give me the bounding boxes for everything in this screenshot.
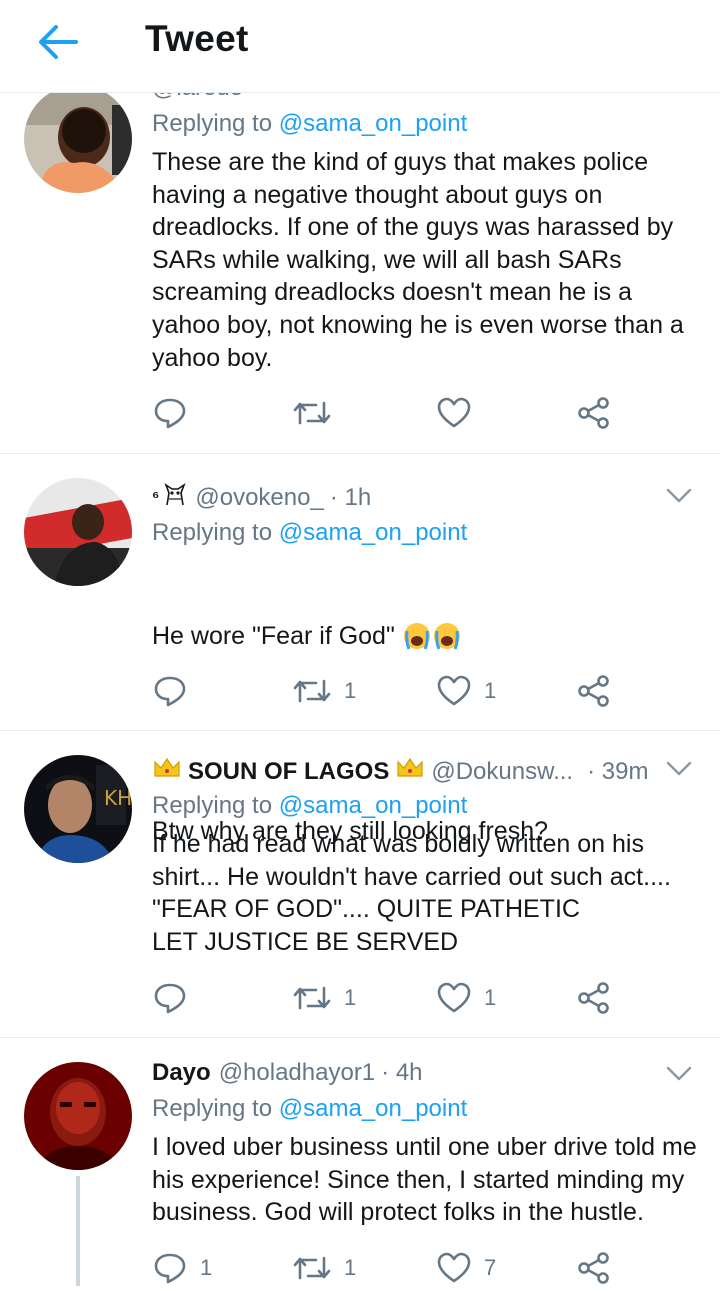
- thread-connector: [76, 1176, 80, 1286]
- retweet-button[interactable]: 1: [292, 1248, 356, 1288]
- tweet-handle[interactable]: @holadhayor1: [219, 1059, 375, 1087]
- tweet-actions: 1 1: [152, 978, 622, 1018]
- like-button[interactable]: 7: [436, 1248, 496, 1288]
- retweet-icon: [293, 679, 331, 703]
- retweet-icon: [293, 986, 331, 1010]
- share-button[interactable]: [576, 393, 612, 433]
- retweet-button[interactable]: 1: [292, 978, 356, 1018]
- reply-icon: [154, 398, 186, 429]
- retweet-button[interactable]: 1: [292, 671, 356, 711]
- chevron-down-icon[interactable]: [666, 487, 692, 505]
- replying-to: Replying to @sama_on_point: [152, 110, 468, 137]
- page-title: Tweet: [145, 18, 249, 59]
- name-superscript: ⁶: [152, 488, 160, 506]
- svg-text:KH: KH: [104, 786, 132, 810]
- crown-icon: [395, 756, 425, 787]
- like-button[interactable]: 1: [436, 978, 496, 1018]
- reply-icon: [154, 676, 186, 707]
- share-button[interactable]: [576, 671, 612, 711]
- tweet-handle[interactable]: @ovokeno_: [195, 484, 323, 512]
- tweet[interactable]: ⁶ @ovokeno_ · 1h Replying to @sama_on_po…: [0, 453, 720, 845]
- top-bar: Tweet: [0, 0, 720, 93]
- display-name[interactable]: Dayo: [152, 1059, 211, 1087]
- share-icon: [578, 1252, 609, 1284]
- tweet[interactable]: Dayo @holadhayor1 · 4h Replying to @sama…: [0, 1037, 720, 1291]
- reply-button[interactable]: [152, 393, 200, 433]
- like-button[interactable]: 1: [436, 671, 496, 711]
- mention-link[interactable]: @sama_on_point: [279, 1095, 467, 1122]
- owl-icon: [163, 481, 187, 514]
- avatar[interactable]: [24, 85, 132, 193]
- tweet-text: These are the kind of guys that makes po…: [152, 148, 691, 372]
- mention-link[interactable]: @sama_on_point: [279, 519, 467, 546]
- reply-icon: [154, 1253, 186, 1284]
- mention-link[interactable]: @sama_on_point: [279, 792, 467, 819]
- retweet-icon: [293, 1256, 331, 1280]
- crown-icon: [152, 756, 182, 787]
- tweet-text: I loved uber business until one uber dri…: [152, 1133, 704, 1227]
- retweet-button[interactable]: [292, 393, 344, 433]
- reply-icon: [154, 983, 186, 1014]
- heart-icon: [437, 1252, 471, 1283]
- chevron-down-icon[interactable]: [666, 1065, 692, 1083]
- heart-icon: [437, 397, 471, 428]
- tweet-text: If he had read what was boldly written o…: [152, 830, 671, 956]
- like-button[interactable]: [436, 393, 484, 433]
- tweet[interactable]: @laredo Replying to @sama_on_point These…: [0, 60, 720, 454]
- tweet[interactable]: KH SOUN OF LAGOS @Dokunsw... · 39m Reply…: [0, 730, 720, 1038]
- tweet-meta: Dayo @holadhayor1 · 4h: [152, 1059, 423, 1087]
- avatar[interactable]: [24, 478, 132, 586]
- tweet-time: · 1h: [329, 483, 372, 511]
- replying-to: Replying to @sama_on_point: [152, 792, 468, 819]
- heart-icon: [437, 675, 471, 706]
- crying-face-emoji-icon: [403, 621, 463, 651]
- replying-to: Replying to @sama_on_point: [152, 519, 468, 546]
- avatar[interactable]: KH: [24, 755, 132, 863]
- heart-icon: [437, 982, 471, 1013]
- back-arrow-icon[interactable]: [36, 22, 80, 62]
- tweet-meta: ⁶ @ovokeno_ · 1h: [152, 481, 371, 514]
- avatar[interactable]: [24, 1062, 132, 1170]
- share-button[interactable]: [576, 1248, 612, 1288]
- tweet-time: · 39m: [587, 757, 649, 785]
- replying-to: Replying to @sama_on_point: [152, 1095, 468, 1122]
- chevron-down-icon[interactable]: [666, 760, 692, 778]
- share-icon: [578, 397, 609, 429]
- display-name[interactable]: SOUN OF LAGOS: [188, 758, 389, 786]
- tweet-actions: 1 1 7: [152, 1248, 622, 1288]
- share-button[interactable]: [576, 978, 612, 1018]
- share-icon: [578, 982, 609, 1014]
- share-icon: [578, 675, 609, 707]
- reply-button[interactable]: 1: [152, 1248, 212, 1288]
- mention-link[interactable]: @sama_on_point: [279, 110, 467, 137]
- reply-button[interactable]: [152, 671, 200, 711]
- tweet-actions: 1 1: [152, 671, 622, 711]
- tweet-meta: SOUN OF LAGOS @Dokunsw... · 39m: [152, 756, 648, 787]
- retweet-icon: [293, 401, 331, 425]
- tweet-time: · 4h: [381, 1059, 423, 1086]
- tweet-actions: [152, 393, 622, 433]
- tweet-handle[interactable]: @Dokunsw...: [431, 758, 573, 786]
- reply-button[interactable]: [152, 978, 200, 1018]
